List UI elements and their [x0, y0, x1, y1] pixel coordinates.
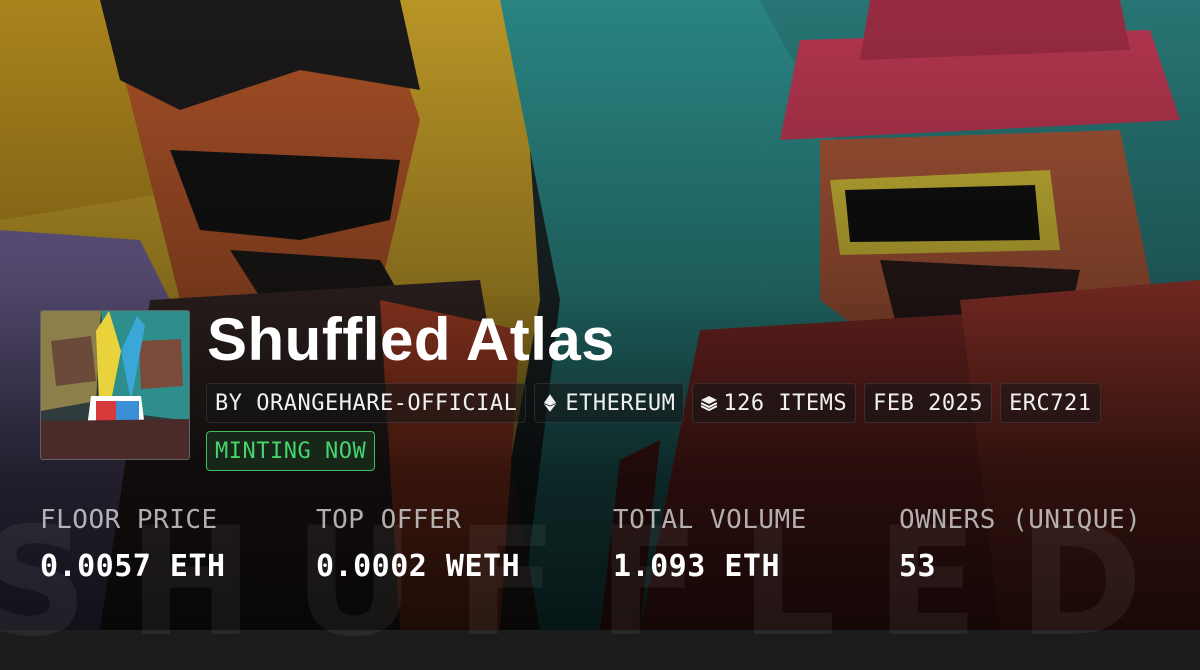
standard-chip: ERC721: [1000, 383, 1101, 423]
stat-label: TOTAL VOLUME: [613, 505, 807, 535]
stat-top-offer: TOP OFFER 0.0002 WETH: [316, 505, 520, 584]
chain-chip: ETHEREUM: [534, 383, 685, 423]
minting-status-badge: MINTING NOW: [206, 431, 376, 471]
collection-avatar[interactable]: [40, 310, 190, 460]
layers-icon: [701, 393, 718, 413]
stat-label: OWNERS (UNIQUE): [899, 505, 1142, 535]
chain-label: ETHEREUM: [565, 390, 676, 416]
stat-value: 0.0057 ETH: [40, 549, 226, 584]
items-label: 126 ITEMS: [723, 390, 848, 416]
stat-label: TOP OFFER: [316, 505, 462, 535]
standard-label: ERC721: [1009, 390, 1092, 416]
stat-value: 1.093 ETH: [613, 549, 781, 584]
stat-owners: OWNERS (UNIQUE) 53: [899, 505, 1141, 584]
stat-floor-price: FLOOR PRICE 0.0057 ETH: [40, 505, 226, 584]
items-chip: 126 ITEMS: [692, 383, 857, 423]
stat-value: 0.0002 WETH: [316, 549, 521, 584]
stat-value: 53: [899, 549, 937, 584]
creator-label: BY ORANGEHARE-OFFICIAL: [215, 390, 518, 416]
date-label: FEB 2025: [873, 390, 984, 416]
date-chip: FEB 2025: [864, 383, 993, 423]
stat-label: FLOOR PRICE: [40, 505, 218, 535]
collection-stats: FLOOR PRICE 0.0057 ETH TOP OFFER 0.0002 …: [40, 505, 1180, 605]
collection-title: Shuffled Atlas: [207, 306, 616, 373]
collection-meta: BY ORANGEHARE-OFFICIAL ETHEREUM 126 ITEM…: [206, 383, 1166, 479]
minting-status-label: MINTING NOW: [215, 438, 367, 464]
ethereum-icon: [543, 393, 559, 413]
creator-chip[interactable]: BY ORANGEHARE-OFFICIAL: [206, 383, 527, 423]
stat-total-volume: TOTAL VOLUME 1.093 ETH: [613, 505, 807, 584]
